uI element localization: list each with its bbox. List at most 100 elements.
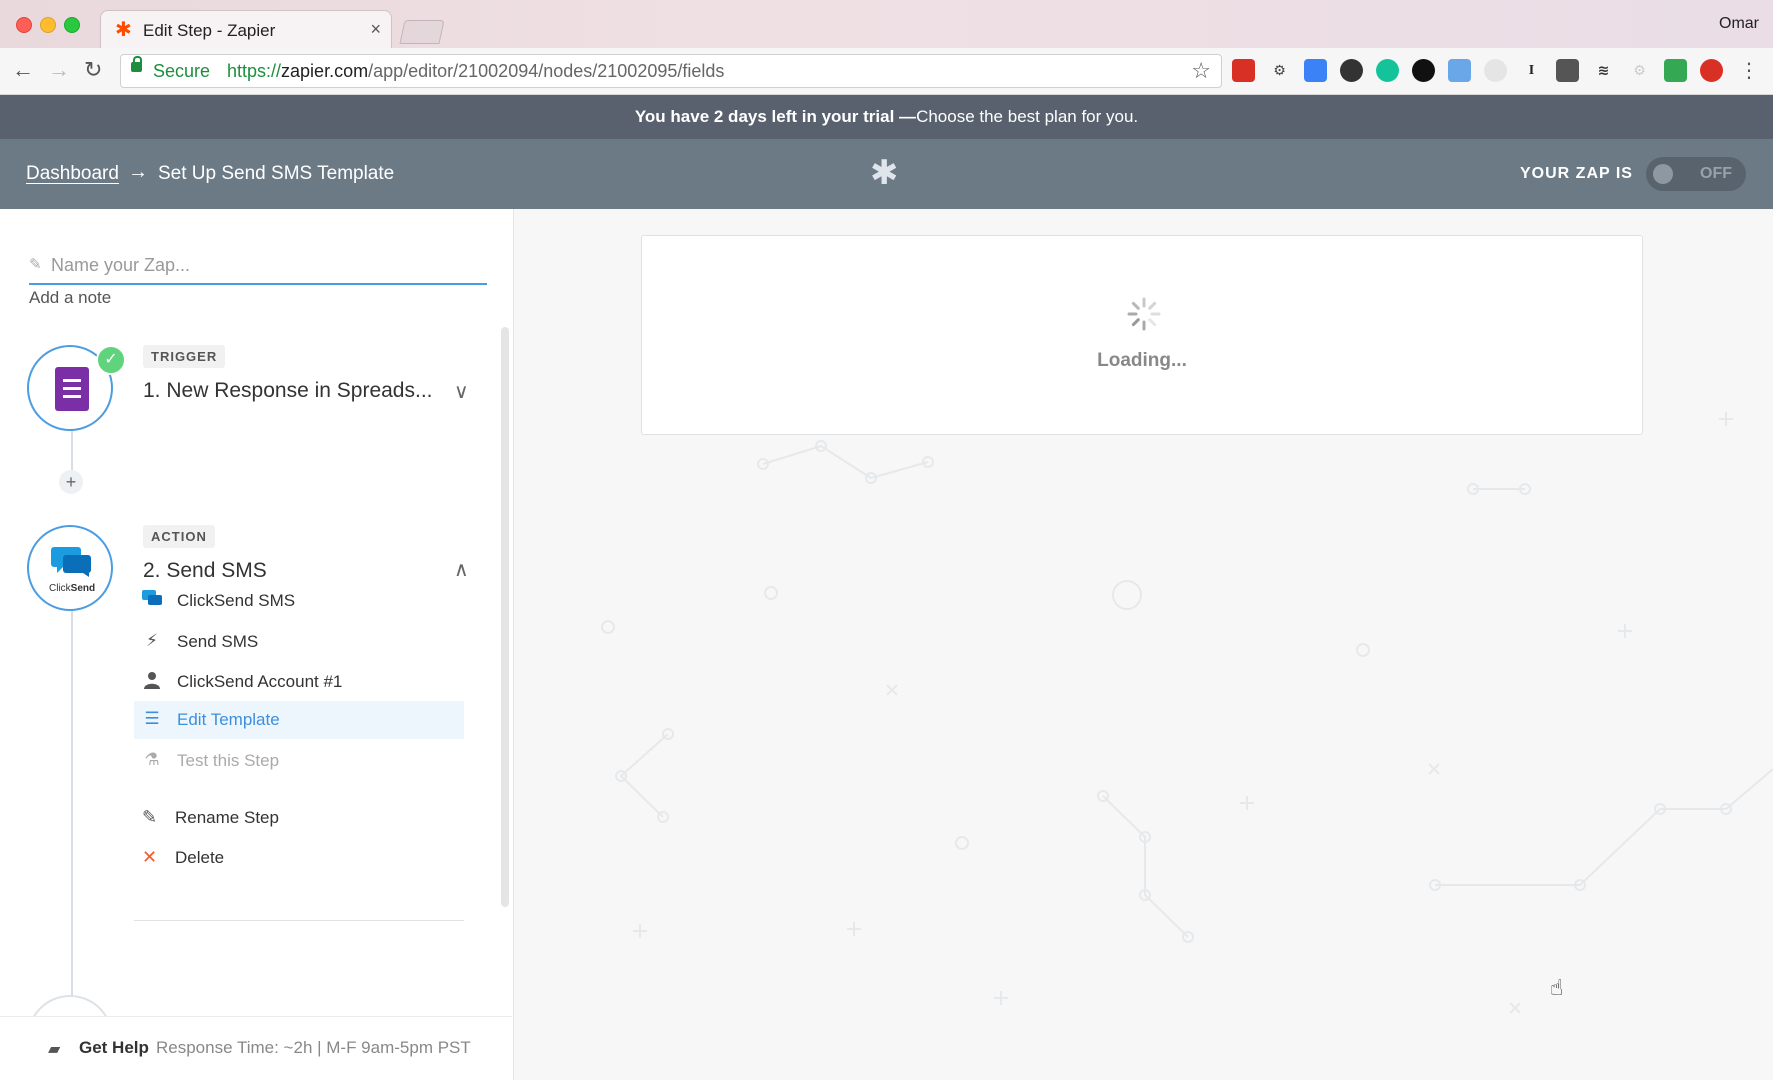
substep-label: ClickSend SMS (177, 591, 296, 610)
pencil-icon: ✎ (142, 807, 158, 827)
help-bar: ▰ Get Help Response Time: ~2h | M-F 9am-… (0, 1016, 512, 1080)
add-note-link[interactable]: Add a note (29, 288, 111, 308)
substep-label: Test this Step (177, 751, 280, 770)
loading-spinner-icon (1127, 297, 1161, 331)
calendar-extension-icon[interactable] (1232, 59, 1255, 82)
chat-icon: ▰ (48, 1041, 61, 1058)
page-title: Set Up Send SMS Template (158, 163, 395, 184)
action-step-icon[interactable]: ClickSend (27, 525, 113, 611)
tab-close-icon[interactable]: × (370, 19, 381, 40)
user-icon (142, 671, 162, 694)
loading-card: Loading... (641, 235, 1643, 435)
breadcrumb-arrow-icon: → (128, 161, 148, 183)
substep-label: Send SMS (177, 632, 259, 651)
substep-account[interactable]: ClickSend Account #1 (134, 663, 464, 701)
browser-tab[interactable]: ✱ Edit Step - Zapier × (100, 10, 392, 49)
zapier-logo-icon[interactable]: ✱ (870, 156, 899, 190)
url-host: zapier.com (281, 61, 369, 81)
onepassword-extension-icon[interactable] (1412, 59, 1435, 82)
browser-toolbar: ← → ↻ Secure https://zapier.com/app/edit… (0, 48, 1773, 95)
browser-menu-icon[interactable]: ⋮ (1739, 58, 1759, 83)
maximize-window-button[interactable] (64, 17, 80, 33)
zap-status-label: YOUR ZAP IS (1520, 165, 1633, 182)
close-window-button[interactable] (16, 17, 32, 33)
extensions-bar: ⚙ I ≋ ⚙ (1232, 59, 1723, 83)
clicksend-logo-text: ClickSend (49, 583, 96, 594)
toggle-knob (1653, 164, 1673, 184)
breadcrumb-dashboard-link[interactable]: Dashboard (26, 163, 119, 185)
loading-text: Loading... (1097, 350, 1187, 371)
zapier-favicon-icon: ✱ (115, 19, 132, 41)
download-extension-icon[interactable] (1664, 59, 1687, 82)
substep-label: Edit Template (177, 710, 280, 729)
close-icon: ✕ (142, 847, 158, 867)
pocket-extension-icon[interactable] (1556, 59, 1579, 82)
choose-plan-link[interactable]: Choose the best plan for you. (916, 107, 1138, 126)
secure-label: Secure (153, 61, 211, 81)
zap-name-field[interactable]: ✎ (29, 249, 487, 285)
trial-message: You have 2 days left in your trial — (634, 107, 917, 126)
substep-label: ClickSend Account #1 (177, 672, 343, 691)
grammarly-extension-icon[interactable] (1376, 59, 1399, 82)
profile-name[interactable]: Omar (1719, 15, 1759, 33)
divider (134, 920, 464, 921)
camera-extension-icon[interactable] (1340, 59, 1363, 82)
substep-action[interactable]: ⚡ Send SMS (134, 623, 464, 661)
docs-extension-icon[interactable] (1448, 59, 1471, 82)
clicksend-logo-icon (51, 547, 91, 577)
buffer-extension-icon[interactable]: ≋ (1592, 59, 1615, 82)
bolt-icon: ⚡ (146, 631, 158, 650)
reload-icon[interactable]: ↻ (84, 57, 102, 83)
substep-edit-template[interactable]: ☰ Edit Template (134, 701, 464, 739)
bookmark-star-icon[interactable]: ☆ (1191, 58, 1211, 84)
instapaper-extension-icon[interactable]: I (1520, 59, 1543, 82)
zap-name-input[interactable] (49, 249, 483, 281)
minimize-window-button[interactable] (40, 17, 56, 33)
rename-step-button[interactable]: ✎ Rename Step (134, 799, 464, 837)
action-tag: ACTION (143, 525, 215, 548)
lock-icon (131, 56, 142, 72)
add-step-plus-icon[interactable]: + (59, 470, 83, 494)
window-extension-icon[interactable] (1304, 59, 1327, 82)
google-forms-icon (55, 367, 89, 411)
settings-extension-icon[interactable]: ⚙ (1628, 59, 1651, 82)
back-arrow-icon[interactable]: ← (12, 57, 34, 83)
new-tab-button[interactable] (399, 20, 445, 44)
trigger-tag: TRIGGER (143, 345, 226, 368)
chevron-up-icon[interactable]: ∧ (454, 557, 469, 582)
substep-app[interactable]: ClickSend SMS (134, 582, 464, 620)
editor-main-panel: Loading... (513, 209, 1773, 1080)
substep-test[interactable]: ⚗ Test this Step (134, 742, 464, 780)
editor-sidebar: ✎ Add a note ✓ TRIGGER 1. New Response i… (0, 209, 514, 1080)
url-path: /app/editor/21002094/nodes/21002095/fiel… (368, 61, 725, 81)
get-help-link[interactable]: Get Help (79, 1038, 149, 1058)
response-time-text: Response Time: ~2h | M-F 9am-5pm PST (156, 1038, 471, 1057)
sidebar-scrollbar[interactable] (501, 327, 509, 907)
chevron-down-icon[interactable]: ∨ (454, 379, 469, 404)
alert-extension-icon[interactable] (1700, 59, 1723, 82)
gear-extension-icon[interactable]: ⚙ (1268, 59, 1291, 82)
trigger-step-title[interactable]: 1. New Response in Spreads... (143, 379, 433, 403)
forward-arrow-icon[interactable]: → (48, 57, 70, 83)
flask-icon: ⚗ (144, 750, 160, 769)
hand-cursor-icon: ☝ (1550, 975, 1564, 1000)
editor-header: Dashboard → Set Up Send SMS Template ✱ Y… (0, 139, 1773, 209)
browser-titlebar: ✱ Edit Step - Zapier × Omar (0, 0, 1773, 49)
zap-on-off-toggle[interactable]: OFF (1646, 157, 1746, 191)
tab-title: Edit Step - Zapier (143, 21, 276, 40)
delete-step-button[interactable]: ✕ Delete (134, 839, 464, 877)
clicksend-small-icon (142, 590, 162, 613)
delete-label: Delete (175, 848, 225, 867)
check-icon: ✓ (96, 345, 126, 375)
link-extension-icon[interactable] (1484, 59, 1507, 82)
trial-banner: You have 2 days left in your trial —Choo… (0, 95, 1773, 139)
list-icon: ☰ (144, 709, 160, 728)
address-bar[interactable]: Secure https://zapier.com/app/editor/210… (120, 54, 1222, 88)
rename-step-label: Rename Step (175, 808, 279, 827)
url-text[interactable]: https://zapier.com/app/editor/21002094/n… (227, 61, 724, 82)
toggle-state-label: OFF (1700, 165, 1732, 182)
action-step-title[interactable]: 2. Send SMS (143, 559, 267, 583)
url-scheme: https:// (227, 61, 282, 81)
step-connector-line (71, 565, 73, 1005)
pencil-icon: ✎ (29, 256, 42, 273)
